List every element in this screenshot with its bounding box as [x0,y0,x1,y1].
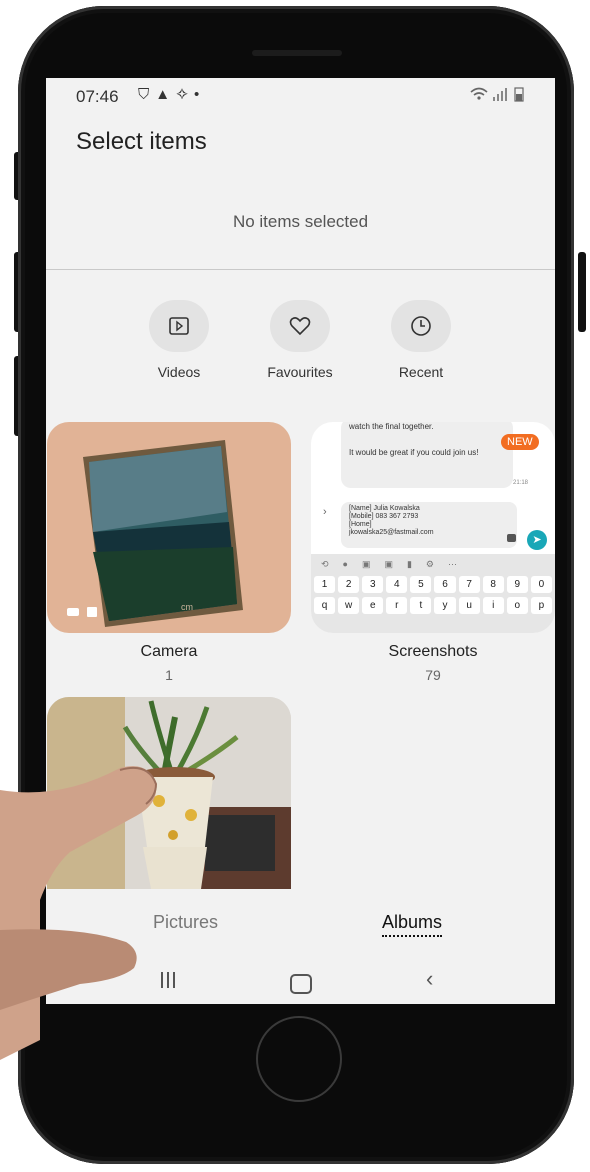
selection-status: No items selected [232,212,369,231]
tab-albums[interactable]: Albums [382,912,443,937]
quick-filter-videos[interactable]: Videos [119,300,239,380]
draft-line: [Name] Julia Kowalska [349,505,420,512]
chevron-right-icon: › [323,506,327,518]
status-icons: ⛉▲✧• [138,86,205,103]
tab-pictures[interactable]: Pictures [153,912,218,933]
quick-filter-label: Recent [398,364,444,380]
number-key: 9 [506,576,528,593]
plant-photo [47,697,291,889]
message-time: 21:18 [513,480,529,486]
album-screenshots[interactable]: watch the final together. It would be gr… [311,422,555,683]
letter-key: p [530,597,552,614]
letter-key: e [362,597,384,614]
home-icon[interactable] [290,974,312,994]
quick-filter-favourites[interactable]: Favourites [240,300,360,380]
letter-key: i [482,597,504,614]
message-top: watch the final together. [349,422,434,431]
recents-icon[interactable] [158,972,178,990]
power-button [578,252,586,332]
album-camera[interactable]: cm Camera 1 [47,422,291,683]
painting-photo: cm [83,440,243,627]
album-count: 79 [425,667,441,683]
battery-icon [514,87,524,102]
album-thumbnail [47,697,291,889]
message-main: It would be great if you could join us! [349,448,479,457]
letter-key: u [458,597,480,614]
keyboard: ⟲●▣▣▮⚙⋯ 1234567890 qwertyuiop [311,554,555,633]
back-icon[interactable]: ‹ [426,966,433,992]
divider [46,269,555,270]
screen: 07:46 ⛉▲✧• Select items No items selecte… [46,78,555,1004]
draft-line: [Home] [349,521,372,528]
home-button [256,1016,342,1102]
number-key: 7 [458,576,480,593]
letter-key: y [434,597,456,614]
page-title: Select items [76,128,207,155]
album-thumbnail: watch the final together. It would be gr… [311,422,555,633]
earpiece [252,50,342,56]
keyboard-toolbar: ⟲●▣▣▮⚙⋯ [321,559,472,569]
letter-key: o [506,597,528,614]
quick-filter-label: Videos [157,364,201,380]
letter-key: t [410,597,432,614]
letter-key: w [338,597,360,614]
letter-row: qwertyuiop [311,593,555,614]
shield-icon: ⛉ [138,86,156,103]
send-icon: ➤ [527,530,547,550]
number-key: 0 [530,576,552,593]
status-bar: 07:46 ⛉▲✧• [46,78,555,114]
navigation-bar: ‹ [46,962,555,1004]
draft-line: [Mobile] 083 367 2793 [349,513,419,520]
number-key: 8 [482,576,504,593]
quick-filter-label: Favourites [267,364,333,380]
letter-key: q [314,597,336,614]
number-row: 1234567890 [311,576,555,593]
album-unnamed[interactable] [47,697,291,889]
album-name: Camera [140,643,198,660]
number-key: 6 [434,576,456,593]
letter-key: r [386,597,408,614]
signal-icon [493,88,507,101]
clock-icon [391,300,451,352]
sd-card-icon [87,607,97,617]
album-thumbnail: cm [47,422,291,633]
number-key: 2 [338,576,360,593]
number-key: 5 [410,576,432,593]
new-badge: NEW [501,434,539,450]
warning-icon: ▲ [155,86,177,103]
number-key: 4 [386,576,408,593]
camera-watermark: cm [181,602,193,612]
dot-icon: • [194,86,206,103]
number-key: 3 [362,576,384,593]
draft-line: jkowalska25@fastmail.com [349,529,434,536]
album-count: 1 [165,667,173,683]
draft-box: [Name] Julia Kowalska [Mobile] 083 367 2… [341,502,517,548]
quick-filter-recent[interactable]: Recent [361,300,481,380]
camera-badge-icon [67,608,79,616]
number-key: 1 [314,576,336,593]
heart-icon [270,300,330,352]
status-right-icons [469,86,529,105]
sticker-icon [507,534,516,542]
wifi-icon [470,87,488,93]
status-time: 07:46 [76,87,119,106]
album-name: Screenshots [388,643,478,660]
bottom-tabs: Pictures Albums [46,902,555,942]
magic-wand-icon: ✧ [176,86,195,103]
play-icon [149,300,209,352]
